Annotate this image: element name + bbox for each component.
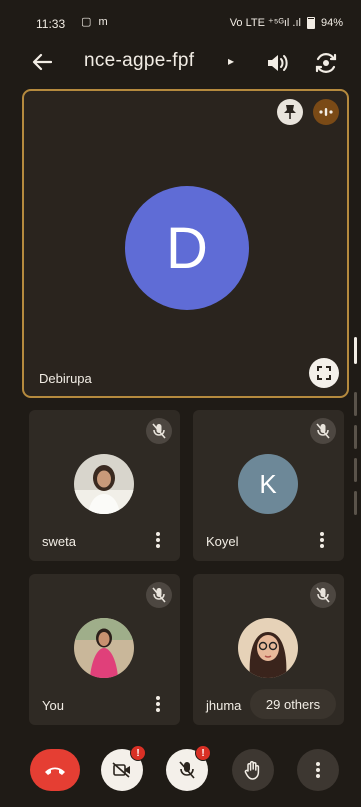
mic-off-indicator	[310, 582, 336, 608]
pin-button[interactable]	[277, 99, 303, 125]
profile-photo	[238, 618, 298, 678]
chevron-right-icon[interactable]: ▸	[228, 54, 234, 68]
participant-tile[interactable]: sweta	[29, 410, 180, 561]
main-participant-tile[interactable]: D Debirupa	[22, 89, 349, 398]
participant-name: You	[42, 698, 64, 713]
back-button[interactable]	[28, 48, 56, 76]
meeting-code[interactable]: nce-agpe-fpf	[84, 50, 194, 72]
mic-off-indicator	[310, 418, 336, 444]
camera-off-icon	[112, 762, 130, 778]
participant-name: sweta	[42, 534, 76, 549]
avatar: K	[238, 454, 298, 514]
scrollbar-segment	[354, 425, 357, 449]
audio-output-button[interactable]	[263, 50, 291, 76]
camera-toggle-button[interactable]: !	[101, 745, 146, 791]
scrollbar-segment	[354, 392, 357, 416]
fullscreen-button[interactable]	[309, 358, 339, 388]
mic-toggle-button[interactable]: !	[166, 745, 211, 791]
mic-off-indicator	[146, 582, 172, 608]
top-app-bar: nce-agpe-fpf ▸	[0, 42, 361, 82]
more-options-button[interactable]	[312, 528, 332, 552]
speaking-indicator	[313, 99, 339, 125]
speaker-icon	[268, 55, 288, 71]
hand-icon	[244, 761, 260, 780]
more-vert-icon	[156, 702, 160, 706]
more-vert-icon	[316, 768, 320, 772]
more-options-button[interactable]	[148, 692, 168, 716]
call-controls-bar: ! !	[0, 740, 361, 807]
participant-tile[interactable]: You	[29, 574, 180, 725]
avatar	[238, 618, 298, 678]
more-options-button[interactable]	[148, 528, 168, 552]
status-bar: 11:33 ▢ m Vo LTE ⁺⁵ᴳıl .ıl 94%	[0, 0, 361, 40]
profile-photo	[74, 618, 134, 678]
avatar	[74, 454, 134, 514]
status-right: Vo LTE ⁺⁵ᴳıl .ıl 94%	[230, 16, 343, 29]
mic-off-icon	[152, 423, 166, 439]
mic-off-icon	[316, 423, 330, 439]
profile-photo	[74, 454, 134, 514]
main-avatar: D	[125, 186, 249, 310]
status-time: 11:33	[36, 17, 66, 31]
end-call-icon	[45, 767, 65, 775]
scrollbar-segment	[354, 458, 357, 482]
participant-name: jhuma	[206, 698, 242, 713]
others-count-chip[interactable]: 29 others	[250, 689, 336, 719]
scrollbar-segment	[354, 491, 357, 515]
participant-name: Koyel	[206, 534, 239, 549]
more-options-button[interactable]	[297, 749, 339, 791]
mic-off-icon	[152, 587, 166, 603]
pin-icon	[284, 105, 296, 119]
more-vert-icon	[156, 538, 160, 542]
camera-alert-badge: !	[130, 745, 146, 761]
avatar	[74, 618, 134, 678]
scrollbar-thumb[interactable]	[354, 337, 357, 364]
status-left-icons: ▢ m	[81, 16, 110, 28]
scrollbar[interactable]	[354, 300, 357, 530]
arrow-left-icon	[32, 53, 52, 71]
main-participant-name: Debirupa	[39, 371, 92, 386]
signal-icon: Vo LTE ⁺⁵ᴳıl .ıl	[229, 17, 301, 29]
mic-off-indicator	[146, 418, 172, 444]
switch-camera-icon	[315, 53, 337, 73]
mic-alert-badge: !	[195, 745, 211, 761]
battery-level: 94%	[320, 16, 343, 29]
switch-camera-button[interactable]	[312, 49, 340, 77]
participant-tile[interactable]: K Koyel	[193, 410, 344, 561]
audio-level-icon	[319, 108, 333, 116]
battery-icon	[306, 16, 315, 29]
mic-off-icon	[316, 587, 330, 603]
more-vert-icon	[320, 538, 324, 542]
end-call-button[interactable]	[30, 749, 80, 791]
mic-off-icon	[179, 761, 195, 779]
fullscreen-icon	[317, 366, 331, 380]
raise-hand-button[interactable]	[232, 749, 274, 791]
